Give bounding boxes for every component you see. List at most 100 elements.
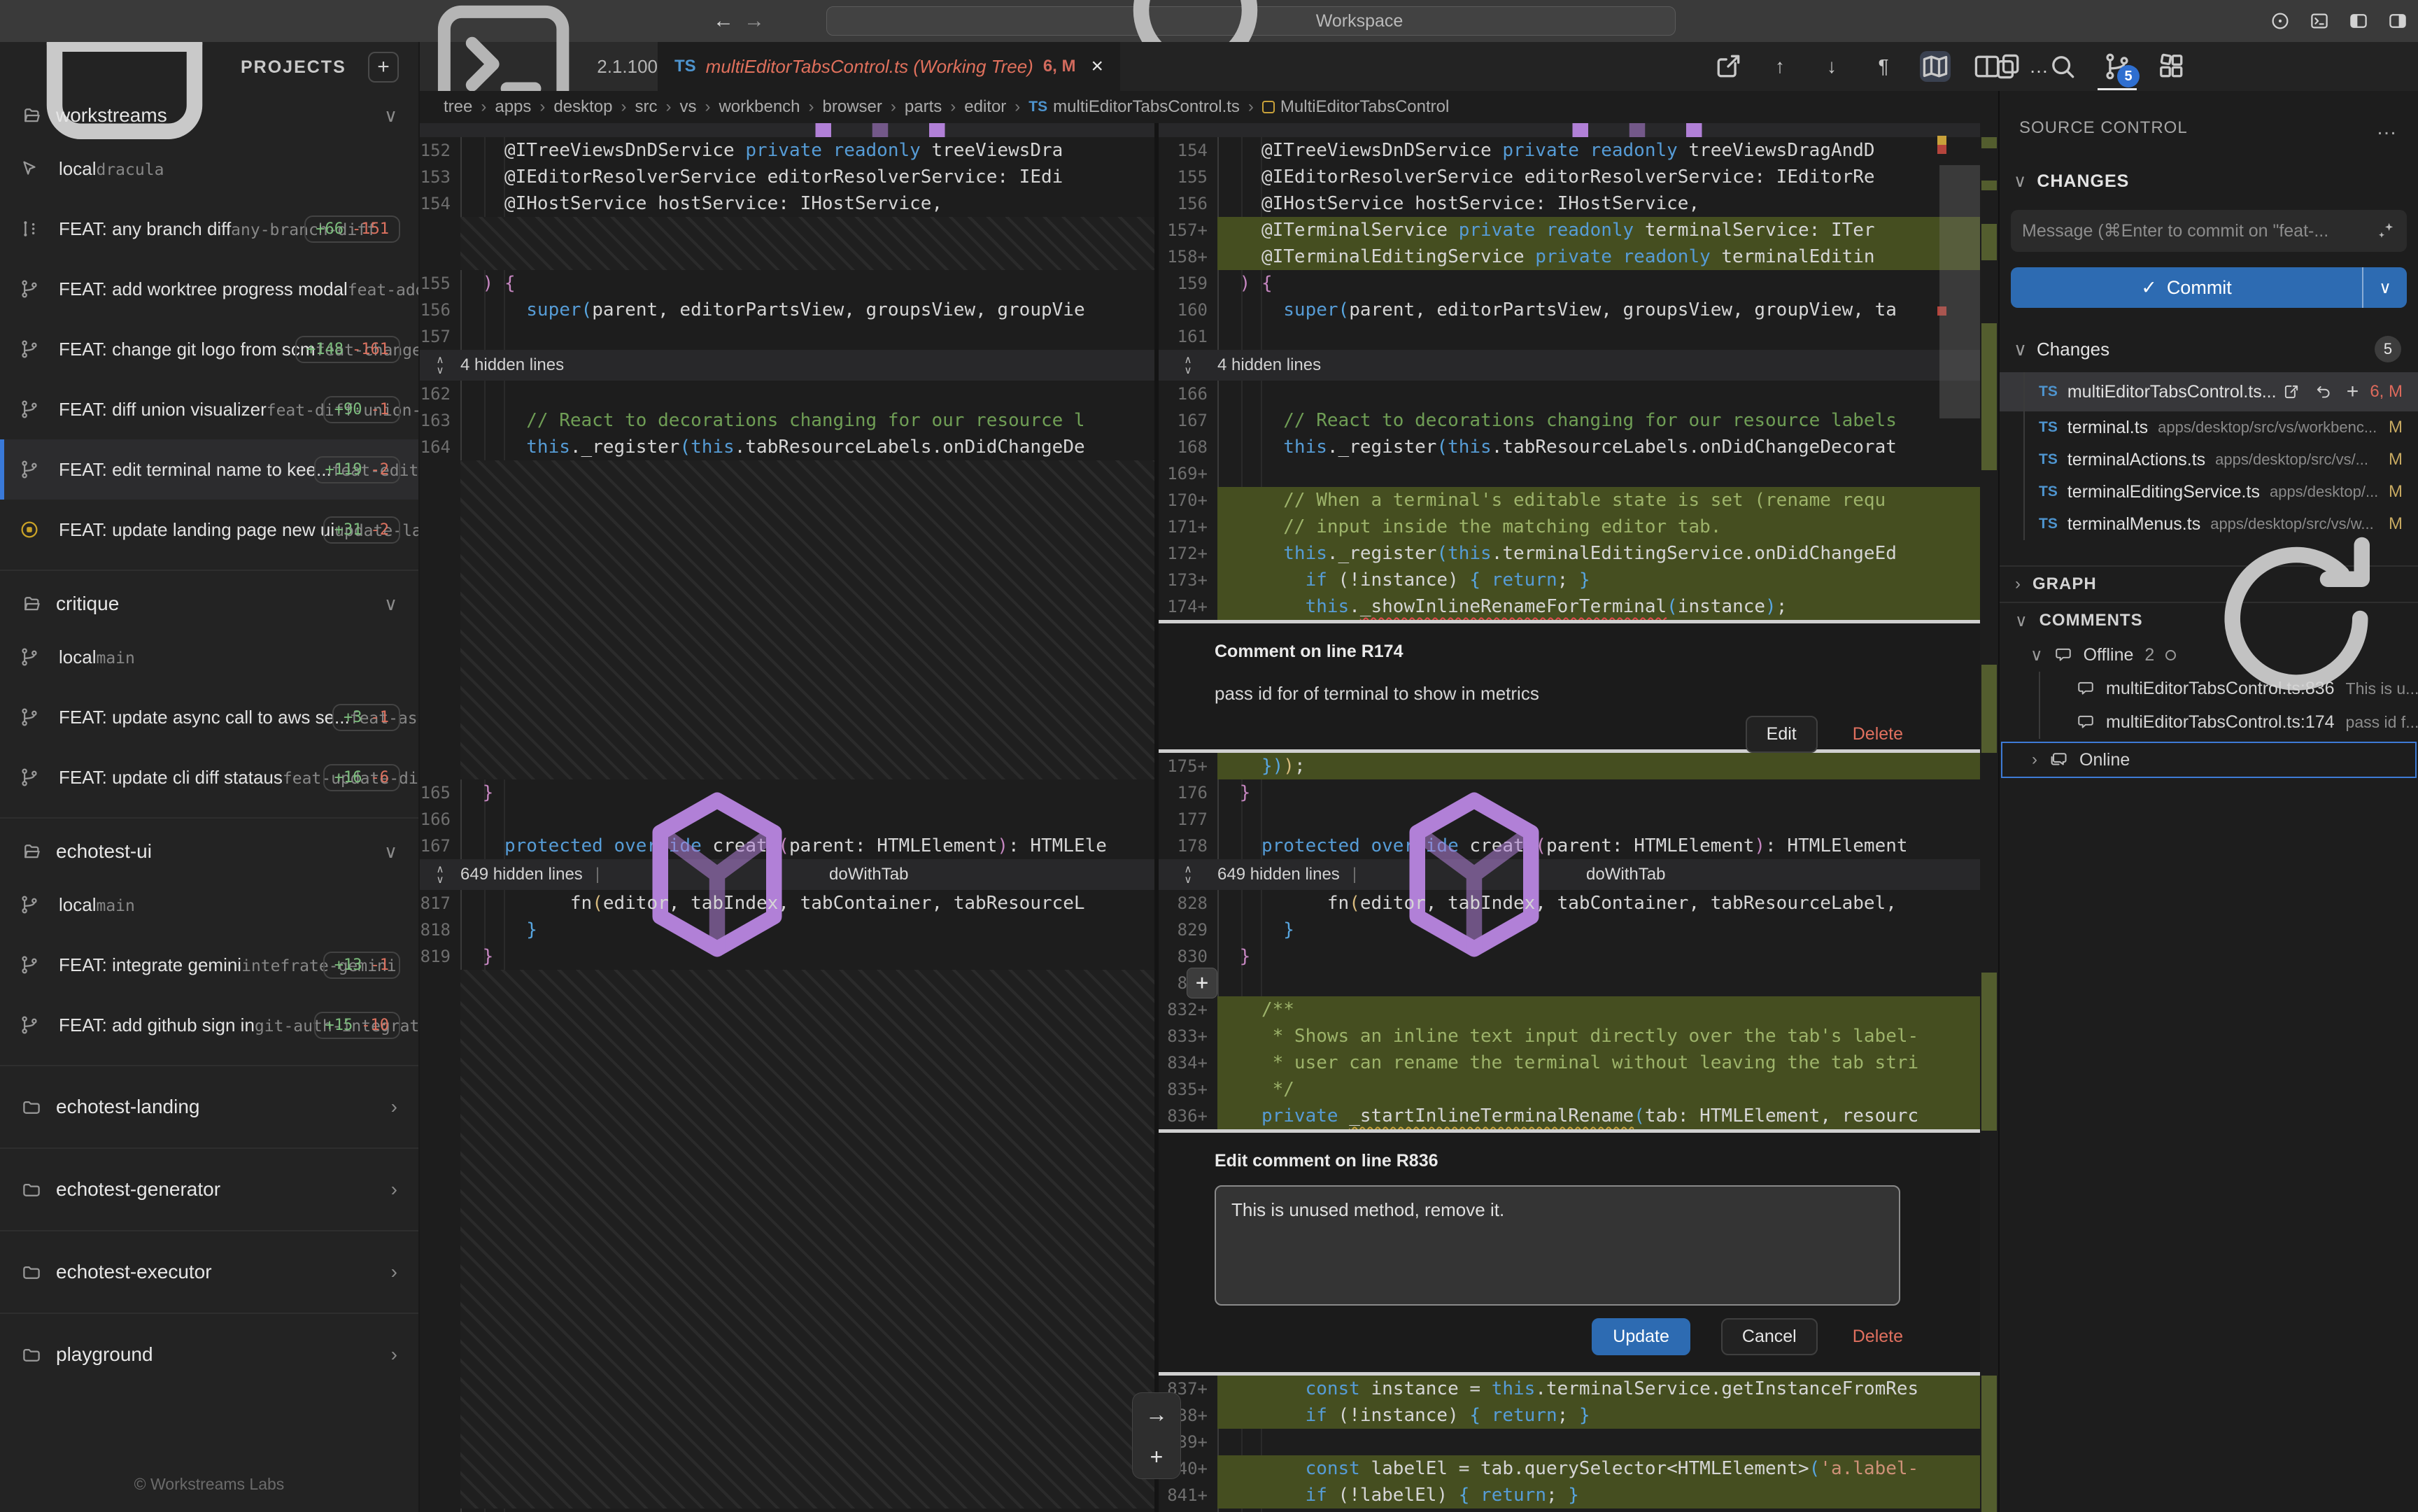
code-line[interactable]: 166 <box>1159 381 1998 407</box>
code-line[interactable]: 164 this._register(this.tabResourceLabel… <box>420 434 1154 460</box>
workspace-search[interactable]: Workspace <box>826 6 1676 36</box>
code-line[interactable]: 163 // React to decorations changing for… <box>420 407 1154 434</box>
discard-changes-icon[interactable] <box>2314 383 2333 401</box>
add-project-button[interactable]: + <box>368 52 399 83</box>
commit-message-input[interactable] <box>2022 221 2375 241</box>
code-line[interactable]: 835+ */ <box>1159 1076 1998 1103</box>
workstream-item[interactable]: FEAT: change git logo from scmfeat-chang… <box>0 319 418 379</box>
comment-textarea[interactable]: This is unused method, remove it. <box>1215 1185 1900 1306</box>
commit-button[interactable]: ✓Commit ∨ <box>2011 267 2407 308</box>
hidden-lines-band[interactable]: ∧∨649 hidden lines|doWithTab <box>1159 859 1998 890</box>
changed-file-row[interactable]: TSterminal.tsapps/desktop/src/vs/workben… <box>2000 411 2418 444</box>
map-view-icon[interactable] <box>1920 51 1951 82</box>
close-tab-icon[interactable]: × <box>1091 55 1104 78</box>
workstream-item[interactable]: FEAT: update cli diff statausfeat-update… <box>0 747 418 807</box>
code-line[interactable]: 153 @IEditorResolverService editorResolv… <box>420 164 1154 190</box>
breadcrumb-file[interactable]: multiEditorTabsControl.ts <box>1053 97 1240 117</box>
code-line[interactable]: 840+ const labelEl = tab.querySelector<H… <box>1159 1455 1998 1482</box>
search-panel-icon[interactable] <box>2047 51 2078 82</box>
commit-dropdown-icon[interactable]: ∨ <box>2362 267 2407 308</box>
code-line[interactable]: 169+ <box>1159 460 1998 487</box>
code-line[interactable]: 157 <box>420 323 1154 350</box>
breadcrumb-item[interactable]: vs <box>679 97 696 117</box>
code-line[interactable]: 172+ this._register(this.terminalEditing… <box>1159 540 1998 567</box>
code-line[interactable]: 157+ @ITerminalService private readonly … <box>1159 217 1998 243</box>
comment-thread-item[interactable]: multiEditorTabsControl.ts:174pass id f..… <box>2000 705 2418 739</box>
prev-change-icon[interactable]: ↑ <box>1765 51 1795 82</box>
breadcrumb-item[interactable]: apps <box>495 97 531 117</box>
edit-comment-button[interactable]: Edit <box>1746 716 1818 753</box>
workstream-item[interactable]: FEAT: integrate geminiintefrate-gemini+1… <box>0 935 418 995</box>
changed-file-row[interactable]: TSmultiEditorTabsControl.ts...+6, M <box>2000 372 2418 411</box>
code-line[interactable]: 162 <box>420 381 1154 407</box>
workstream-item[interactable]: localmain <box>0 627 418 687</box>
scm-more-icon[interactable]: … <box>2376 116 2398 140</box>
open-file-icon[interactable] <box>2282 383 2300 401</box>
cancel-comment-button[interactable]: Cancel <box>1721 1318 1818 1355</box>
breadcrumb-item[interactable]: parts <box>905 97 942 117</box>
workstream-item[interactable]: FEAT: diff union visualizerfeat-diff-uni… <box>0 379 418 439</box>
code-line[interactable]: 836+ private _startInlineTerminalRename(… <box>1159 1103 1998 1129</box>
delete-comment-button[interactable]: Delete <box>1848 717 1907 751</box>
sidebar-group-echotest-ui[interactable]: echotest-ui∨ <box>0 828 418 875</box>
workstream-item[interactable]: FEAT: add worktree progress modalfeat-ad… <box>0 259 418 319</box>
terminal-icon[interactable] <box>2309 10 2330 31</box>
code-line[interactable]: 171+ // input inside the matching editor… <box>1159 514 1998 540</box>
sidebar-group-critique[interactable]: critique∨ <box>0 581 418 627</box>
delete-comment-button[interactable]: Delete <box>1848 1320 1907 1354</box>
diff-left-pane[interactable]: ∨hidden lines|MultiEditorTabsControl›con… <box>420 123 1154 1512</box>
hidden-lines-band[interactable]: ∧∨649 hidden lines|doWithTab <box>420 859 1154 890</box>
extensions-icon[interactable] <box>2156 51 2187 82</box>
add-comment-button[interactable]: + <box>1187 968 1217 998</box>
source-control-icon[interactable]: 5 <box>2102 51 2133 82</box>
explorer-icon[interactable] <box>1993 51 2023 82</box>
version-tab[interactable]: 2.1.100 <box>420 42 658 91</box>
code-line[interactable]: 156 super(parent, editorPartsView, group… <box>420 297 1154 323</box>
breadcrumb-item[interactable]: workbench <box>719 97 800 117</box>
sidebar-group-echotest-generator[interactable]: echotest-generator› <box>0 1159 418 1220</box>
code-line[interactable]: 170+ // When a terminal's editable state… <box>1159 487 1998 514</box>
online-thread-row[interactable]: ›Online <box>2001 742 2417 778</box>
code-line[interactable]: 832+ /** <box>1159 996 1998 1023</box>
workstream-item[interactable]: FEAT: add github sign ingit-auth-integra… <box>0 995 418 1055</box>
changed-file-row[interactable]: TSterminalEditingService.tsapps/desktop/… <box>2000 476 2418 508</box>
breadcrumb[interactable]: tree›apps›desktop›src›vs›workbench›brows… <box>420 91 1998 123</box>
update-comment-button[interactable]: Update <box>1592 1318 1690 1355</box>
active-file-tab[interactable]: TS multiEditorTabsControl.ts (Working Tr… <box>658 42 1120 91</box>
stage-hunk-icon[interactable]: + <box>1150 1444 1164 1470</box>
breadcrumb-item[interactable]: editor <box>964 97 1006 117</box>
workstream-item[interactable]: FEAT: edit terminal name to kee...feat-e… <box>0 439 418 500</box>
hidden-lines-band[interactable]: ∧∨4 hidden lines <box>420 350 1154 381</box>
sparkle-icon[interactable] <box>2375 220 2396 241</box>
revert-stage-widget[interactable]: → + <box>1132 1392 1181 1479</box>
code-line[interactable]: 168 this._register(this.tabResourceLabel… <box>1159 434 1998 460</box>
code-line[interactable]: 833+ * Shows an inline text input direct… <box>1159 1023 1998 1050</box>
hidden-lines-band[interactable]: ∧∨4 hidden lines <box>1159 350 1998 381</box>
back-button[interactable]: ← <box>708 0 739 42</box>
forward-button[interactable]: → <box>739 0 770 42</box>
code-line[interactable]: 834+ * user can rename the terminal with… <box>1159 1050 1998 1076</box>
code-line[interactable]: 828 fn(editor, tabIndex, tabContainer, t… <box>1159 890 1998 917</box>
open-changes-icon[interactable] <box>1713 51 1744 82</box>
apply-right-icon[interactable]: → <box>1145 1401 1168 1427</box>
whitespace-icon[interactable]: ¶ <box>1868 51 1899 82</box>
code-line[interactable]: 161 <box>1159 323 1998 350</box>
scm-changes-section[interactable]: ∨ CHANGES <box>2000 140 2418 192</box>
breadcrumb-item[interactable]: src <box>635 97 657 117</box>
hidden-lines-band[interactable]: ∨hidden lines|MultiEditorTabsControl›con… <box>1159 123 1998 137</box>
code-line[interactable]: 173+ if (!instance) { return; } <box>1159 567 1998 593</box>
sidebar-group-echotest-executor[interactable]: echotest-executor› <box>0 1241 418 1303</box>
code-line[interactable]: 154 @IHostService hostService: IHostServ… <box>420 190 1154 217</box>
breadcrumb-item[interactable]: desktop <box>553 97 612 117</box>
sidebar-group-playground[interactable]: playground› <box>0 1324 418 1385</box>
hidden-lines-band[interactable]: ∨hidden lines|MultiEditorTabsControl›con… <box>420 123 1154 137</box>
code-line[interactable]: 155 @IEditorResolverService editorResolv… <box>1159 164 1998 190</box>
record-icon[interactable] <box>2270 10 2291 31</box>
sidebar-group-echotest-landing[interactable]: echotest-landing› <box>0 1076 418 1138</box>
workstream-item[interactable]: localmain <box>0 875 418 935</box>
changed-file-row[interactable]: TSterminalMenus.tsapps/desktop/src/vs/w.… <box>2000 508 2418 540</box>
comment-thread-item[interactable]: multiEditorTabsControl.ts:836This is u..… <box>2000 672 2418 705</box>
diff-right-pane[interactable]: ∨hidden lines|MultiEditorTabsControl›con… <box>1159 123 1998 1512</box>
code-line[interactable]: 159 ) { <box>1159 270 1998 297</box>
editor-scrollbar[interactable] <box>1939 165 1980 418</box>
